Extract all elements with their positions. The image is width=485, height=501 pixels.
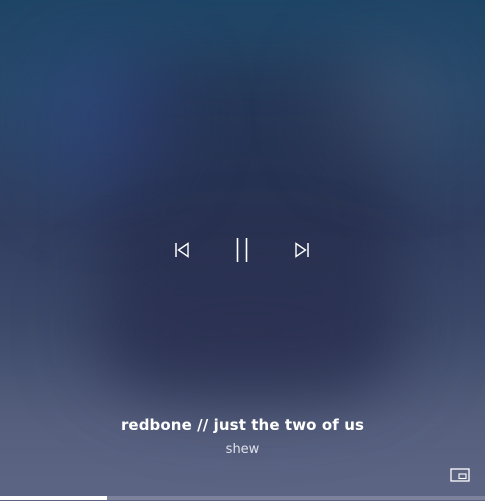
background-blur-blue	[40, 50, 170, 190]
background-blur-dark	[90, 260, 410, 400]
progress-bar[interactable]	[0, 496, 485, 500]
miniplayer-button[interactable]	[449, 466, 471, 484]
compact-overlay-icon	[450, 468, 470, 482]
playback-controls	[0, 234, 485, 266]
progress-bar-fill	[0, 496, 107, 500]
track-artist: shew	[225, 442, 260, 457]
now-playing-view: redbone // just the two of us shew	[0, 0, 485, 501]
background-blur-light	[330, 50, 450, 160]
album-art-blur	[105, 60, 395, 390]
skip-next-icon	[295, 242, 309, 258]
pause-button[interactable]	[226, 234, 258, 266]
track-title: redbone // just the two of us	[120, 416, 365, 434]
next-button[interactable]	[286, 234, 318, 266]
previous-button[interactable]	[166, 234, 198, 266]
pause-icon	[236, 238, 248, 262]
skip-previous-icon	[175, 242, 189, 258]
